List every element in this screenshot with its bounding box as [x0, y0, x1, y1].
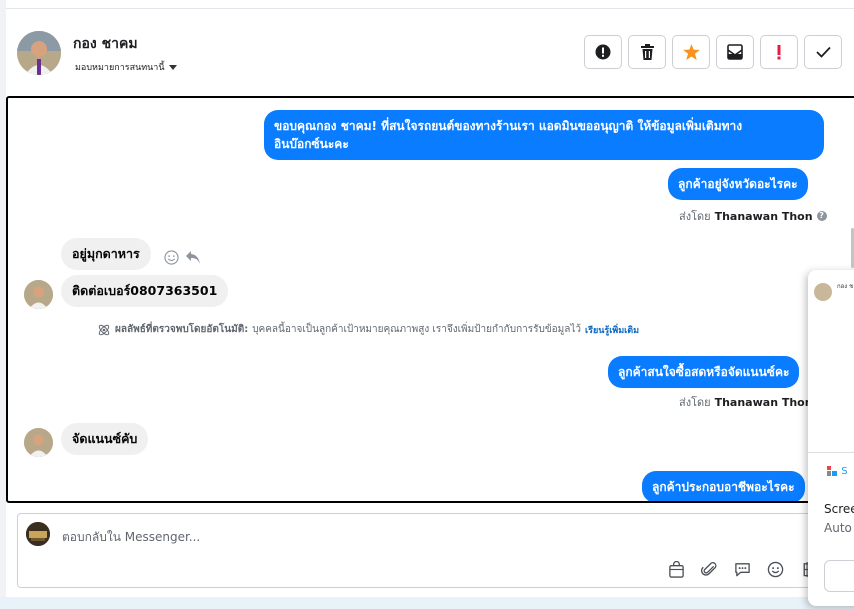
messenger-inbox-window: กอง ชาคม มอบหมายการสนทนานี้ ขอบคุณกอง ชา…	[0, 0, 854, 609]
message-text: ลูกค้าประกอบอาชีพอะไรคะ	[652, 480, 795, 494]
popup-button[interactable]	[824, 560, 854, 592]
incoming-message[interactable]: อยู่มุกดาหาร	[61, 238, 151, 270]
auto-note-title: ผลลัพธ์ที่ตรวจพบโดยอัตโนมัติ:	[115, 324, 249, 335]
contact-avatar[interactable]	[17, 31, 61, 75]
question-icon[interactable]: ?	[816, 211, 827, 221]
reply-icon[interactable]	[185, 250, 201, 265]
conversation-header: กอง ชาคม มอบหมายการสนทนานี้	[6, 9, 854, 95]
check-icon	[815, 46, 831, 58]
sent-by-prefix: ส่งโดย	[679, 210, 711, 223]
emoji-button[interactable]	[763, 557, 787, 581]
popup-divider	[808, 452, 854, 453]
reply-input[interactable]: ตอบกลับใน Messenger...	[62, 528, 200, 547]
atom-icon	[98, 324, 110, 335]
shop-button[interactable]	[664, 557, 688, 581]
sent-by-label: ส่งโดย Thanawan Thon ?	[679, 207, 827, 225]
page-avatar	[26, 522, 50, 546]
star-icon	[682, 44, 700, 60]
sender-name: Thanawan Thon	[714, 395, 813, 409]
smiley-icon	[767, 561, 783, 577]
conversation-toolbar	[584, 35, 842, 69]
saved-replies-button[interactable]	[730, 557, 754, 581]
outgoing-message[interactable]: ขอบคุณกอง ชาคม! ที่สนใจรถยนต์ของทางร้านเ…	[264, 110, 824, 160]
popup-text-line: Auto	[824, 521, 852, 535]
mark-spam-button[interactable]	[760, 35, 798, 69]
assign-label: มอบหมายการสนทนานี้	[75, 63, 165, 73]
spam-icon	[777, 45, 781, 60]
message-text-line: อินบ๊อกซ์นะคะ	[274, 137, 349, 151]
message-actions	[164, 250, 201, 265]
delete-button[interactable]	[628, 35, 666, 69]
attach-button[interactable]	[697, 557, 721, 581]
message-text: อยู่มุกดาหาร	[72, 246, 140, 261]
contact-name[interactable]: กอง ชาคม	[73, 33, 138, 55]
outgoing-message[interactable]: ลูกค้าอยู่จังหวัดอะไรคะ	[668, 168, 808, 200]
auto-note-text: บุคคลนี้อาจเป็นลูกค้าเป้าหมายคุณภาพสูง เ…	[252, 324, 582, 335]
message-text: จัดแนนซ์คับ	[72, 431, 138, 446]
archive-button[interactable]	[716, 35, 754, 69]
archive-mail-icon	[727, 44, 743, 60]
message-text: ลูกค้าสนใจซื้อสดหรือจัดแนนซ์คะ	[618, 365, 790, 379]
mark-done-button[interactable]	[804, 35, 842, 69]
popup-avatar	[814, 283, 832, 301]
learn-more-link[interactable]: เรียนรู้เพิ่มเติม	[585, 323, 639, 337]
reply-composer[interactable]: ตอบกลับใน Messenger...	[17, 513, 854, 588]
sent-by-label: ส่งโดย Thanawan Thon	[679, 393, 813, 411]
popup-app-logo: S	[826, 465, 848, 477]
mark-important-button[interactable]	[584, 35, 622, 69]
outgoing-message[interactable]: ลูกค้าสนใจซื้อสดหรือจัดแนนซ์คะ	[608, 356, 800, 388]
popup-contact-name: กอง ช	[837, 283, 854, 290]
sent-by-prefix: ส่งโดย	[679, 396, 711, 409]
composer-toolbar	[664, 557, 820, 581]
emoji-react-icon[interactable]	[164, 250, 179, 265]
sender-name: Thanawan Thon	[714, 209, 813, 223]
chat-bubble-icon	[734, 562, 750, 576]
message-thread[interactable]: ขอบคุณกอง ชาคม! ที่สนใจรถยนต์ของทางร้านเ…	[6, 96, 854, 503]
exclamation-circle-icon	[595, 44, 611, 60]
app-logo-icon	[827, 466, 837, 476]
assign-conversation-dropdown[interactable]: มอบหมายการสนทนานี้	[75, 60, 177, 74]
paperclip-icon	[700, 561, 716, 576]
auto-detected-note: ผลลัพธ์ที่ตรวจพบโดยอัตโนมัติ: บุคคลนี้อา…	[97, 322, 639, 337]
incoming-message[interactable]: จัดแนนซ์คับ	[61, 423, 149, 455]
message-text-line: ขอบคุณกอง ชาคม! ที่สนใจรถยนต์ของทางร้านเ…	[274, 119, 743, 133]
side-popup-panel[interactable]: กอง ช S Scree Auto	[808, 270, 854, 606]
message-text: ติดต่อเบอร์0807363501	[72, 283, 218, 298]
caret-down-icon	[168, 64, 177, 70]
contact-avatar-small[interactable]	[24, 280, 53, 309]
trash-icon	[640, 44, 654, 60]
bottom-background	[0, 597, 854, 609]
popup-app-name: S	[841, 466, 848, 477]
message-text: ลูกค้าอยู่จังหวัดอะไรคะ	[678, 177, 798, 191]
shopping-bag-icon	[668, 560, 684, 578]
popup-text-line: Scree	[824, 502, 854, 516]
contact-avatar-small[interactable]	[24, 428, 53, 457]
outgoing-message[interactable]: ลูกค้าประกอบอาชีพอะไรคะ	[642, 471, 805, 501]
star-button[interactable]	[672, 35, 710, 69]
incoming-message[interactable]: ติดต่อเบอร์0807363501	[61, 275, 229, 307]
